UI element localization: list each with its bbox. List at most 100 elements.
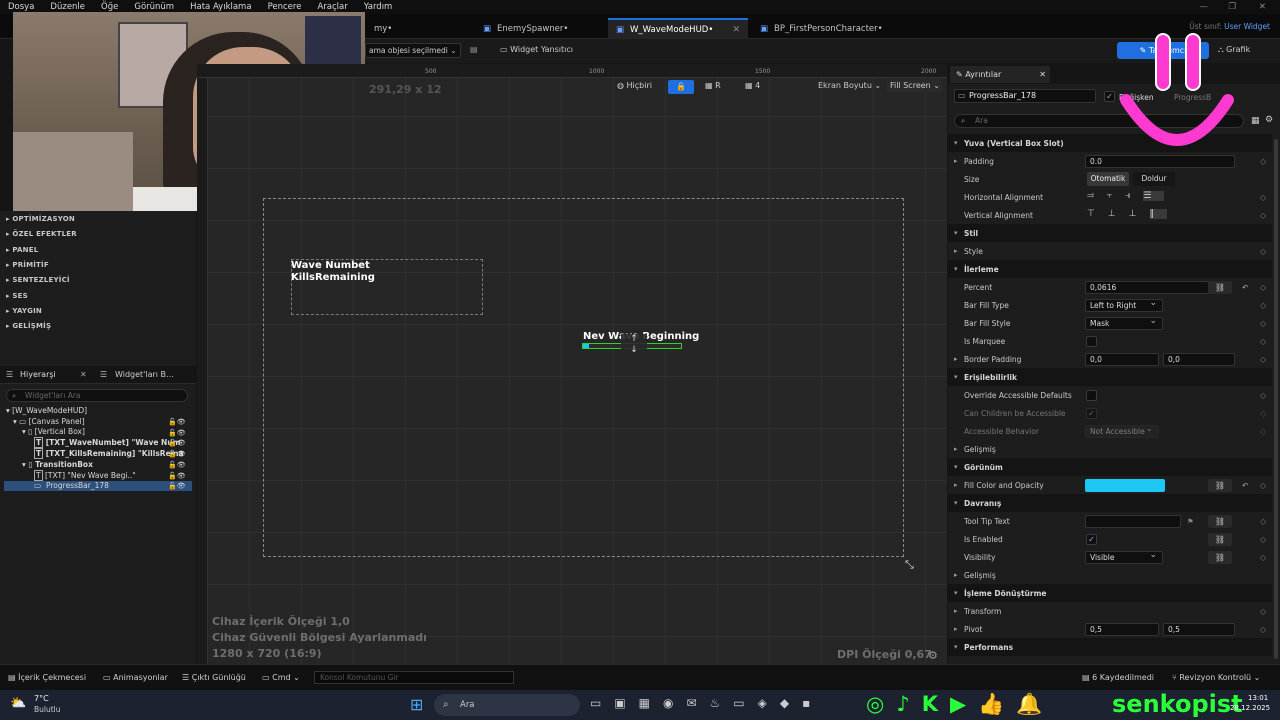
tree-item[interactable]: ▾ ▭ [Canvas Panel] bbox=[13, 417, 85, 426]
tab-bp-firstpersoncharacter[interactable]: ▣ BP_FirstPersonCharacter• bbox=[752, 18, 902, 39]
valign-buttons[interactable]: ⊤⊥⊥‖ bbox=[1087, 209, 1168, 219]
fill-color-swatch[interactable] bbox=[1085, 479, 1165, 492]
hierarchy-search-input[interactable]: ⌕ Widget'ları Ara bbox=[6, 389, 188, 402]
reset-diamond-icon[interactable]: ◇ bbox=[1260, 247, 1266, 256]
menu-item-edit[interactable]: Düzenle bbox=[42, 2, 93, 12]
tab-w-wavemodehud[interactable]: ▣ W_WaveModeHUD• ✕ bbox=[608, 18, 748, 39]
respect-locks-toggle[interactable]: ▦ R bbox=[705, 81, 721, 90]
taskbar-search[interactable]: ⌕ Ara bbox=[434, 694, 580, 716]
menu-item-asset[interactable]: Öğe bbox=[93, 2, 126, 12]
details-scrollbar[interactable] bbox=[1274, 139, 1278, 659]
size-fill-button[interactable]: Doldur bbox=[1133, 172, 1175, 186]
palette-category[interactable]: ▸ OPTİMİZASYON bbox=[6, 215, 75, 223]
border-padding-y-field[interactable]: 0,0 bbox=[1163, 352, 1235, 366]
link-icon[interactable]: ⛓ bbox=[1208, 550, 1232, 564]
menu-item-window[interactable]: Pencere bbox=[260, 2, 310, 12]
revision-control-button[interactable]: ⑂ Revizyon Kontrolü ⌄ bbox=[1172, 673, 1260, 682]
prop-advanced[interactable]: ▸ Gelişmiş bbox=[948, 440, 1272, 458]
tree-item[interactable]: T [TXT] "Nev Wave Begi.." bbox=[34, 470, 136, 481]
debug-object-select[interactable]: ama objesi seçilmedi ⌄ bbox=[365, 43, 461, 58]
tree-item[interactable]: ▾ ▯ TransitionBox bbox=[22, 460, 93, 469]
output-log-button[interactable]: ☰ Çıktı Günlüğü bbox=[182, 673, 246, 682]
wave-number-text[interactable]: Wave Numbet bbox=[291, 260, 370, 272]
section-style[interactable]: ▾ Stil bbox=[948, 224, 1272, 242]
taskbar-apps[interactable]: ▭▣▦◉✉♨▭◈◆▪ bbox=[590, 696, 823, 710]
reset-arrow-icon[interactable]: ↶ bbox=[1242, 283, 1248, 292]
none-toggle[interactable]: ◍ Hiçbiri bbox=[617, 81, 652, 90]
is-marquee-checkbox[interactable] bbox=[1086, 335, 1097, 347]
browse-icon[interactable]: ▤ bbox=[470, 45, 478, 54]
bar-fill-style-dropdown[interactable]: Mask bbox=[1085, 316, 1163, 330]
clock-time[interactable]: 13:01 bbox=[1248, 694, 1268, 702]
reset-diamond-icon[interactable]: ◇ bbox=[1260, 283, 1266, 292]
chevron-right-icon[interactable]: ▸ bbox=[954, 481, 958, 489]
window-minimize-button[interactable]: — bbox=[1192, 2, 1217, 12]
section-behavior[interactable]: ▾ Davranış bbox=[948, 494, 1272, 512]
reset-diamond-icon[interactable]: ◇ bbox=[1260, 301, 1266, 310]
prop-advanced-behavior[interactable]: ▸ Gelişmiş bbox=[948, 566, 1272, 584]
link-icon[interactable]: ⛓ bbox=[1208, 514, 1232, 528]
window-close-button[interactable]: ✕ bbox=[1251, 2, 1274, 12]
grid-snap-toggle[interactable]: ▦ 4 bbox=[745, 81, 760, 90]
menu-item-help[interactable]: Yardım bbox=[356, 2, 401, 12]
tree-item[interactable]: ▾ ▯ [Vertical Box] bbox=[22, 427, 85, 436]
windows-start-icon[interactable]: ⊞ bbox=[410, 695, 423, 714]
chevron-right-icon[interactable]: ▸ bbox=[954, 607, 958, 615]
border-padding-x-field[interactable]: 0,0 bbox=[1085, 352, 1159, 366]
cmd-dropdown[interactable]: ▭ Cmd ⌄ bbox=[262, 673, 300, 682]
reorder-arrows[interactable]: ↑ ↓ bbox=[621, 334, 647, 358]
chevron-right-icon[interactable]: ▸ bbox=[954, 247, 958, 255]
section-performance[interactable]: ▾ Performans bbox=[948, 638, 1272, 656]
window-maximize-button[interactable]: ❐ bbox=[1220, 2, 1244, 12]
chevron-right-icon[interactable]: ▸ bbox=[954, 625, 958, 633]
is-variable-checkbox[interactable]: ✓ bbox=[1104, 91, 1115, 102]
widget-name-field[interactable]: ▭ ProgressBar_178 bbox=[954, 89, 1096, 103]
tab-enemyspawner[interactable]: ▣ EnemySpawner• bbox=[475, 18, 605, 39]
visibility-toggles[interactable]: 🔓👁 🔓👁 🔓👁 🔓👁 🔓👁 🔓👁 🔓👁 bbox=[168, 417, 186, 492]
pivot-y-field[interactable]: 0,5 bbox=[1163, 622, 1235, 636]
unsaved-button[interactable]: ▤ 6 Kaydedilmedi bbox=[1082, 673, 1154, 682]
link-icon[interactable]: ⛓ bbox=[1208, 532, 1232, 546]
section-accessibility[interactable]: ▾ Erişilebilirlik bbox=[948, 368, 1272, 386]
reset-diamond-icon[interactable]: ◇ bbox=[1260, 157, 1266, 166]
size-auto-button[interactable]: Otomatik bbox=[1087, 172, 1129, 186]
tree-item[interactable]: T [TXT_WaveNumbet] "Wave Num bbox=[34, 437, 181, 448]
designer-viewport[interactable]: Wave Numbet KillsRemaining Nev Wave Begi… bbox=[197, 64, 947, 664]
lock-icon[interactable]: 🔒 bbox=[668, 80, 694, 94]
chevron-right-icon[interactable]: ▸ bbox=[954, 355, 958, 363]
reset-diamond-icon[interactable]: ◇ bbox=[1260, 535, 1266, 544]
tab-widget-bindings[interactable]: Widget'ları B... bbox=[115, 370, 174, 379]
console-input[interactable]: Konsol Komutunu Gir bbox=[314, 671, 514, 684]
reset-arrow-icon[interactable]: ↶ bbox=[1242, 481, 1248, 490]
percent-field[interactable]: 0,0616 bbox=[1085, 280, 1209, 294]
weather-temp[interactable]: 7°C bbox=[34, 694, 49, 703]
halign-buttons[interactable]: ⫤⫟⫣☰ bbox=[1087, 191, 1165, 201]
tab-hierarchy[interactable]: Hiyerarşi bbox=[20, 370, 56, 379]
tree-item[interactable]: T [TXT_KillsRemaining] "KillsRema bbox=[34, 448, 184, 459]
link-icon[interactable]: ⛓ bbox=[1208, 280, 1232, 294]
reset-diamond-icon[interactable]: ◇ bbox=[1260, 319, 1266, 328]
palette-category[interactable]: ▸ ÖZEL EFEKTLER bbox=[6, 230, 77, 238]
reset-diamond-icon[interactable]: ◇ bbox=[1260, 517, 1266, 526]
reset-diamond-icon[interactable]: ◇ bbox=[1260, 337, 1266, 346]
tree-item[interactable]: ▾ [W_WaveModeHUD] bbox=[6, 406, 87, 415]
table-view-icon[interactable]: ▦ bbox=[1251, 116, 1260, 126]
reset-diamond-icon[interactable]: ◇ bbox=[1260, 193, 1266, 202]
link-icon[interactable]: ⛓ bbox=[1208, 478, 1232, 492]
kills-remaining-text[interactable]: KillsRemaining bbox=[291, 272, 375, 284]
section-progress[interactable]: ▾ İlerleme bbox=[948, 260, 1272, 278]
section-appearance[interactable]: ▾ Görünüm bbox=[948, 458, 1272, 476]
resize-handle-icon[interactable]: ⤡ bbox=[905, 558, 914, 572]
reset-diamond-icon[interactable]: ◇ bbox=[1260, 553, 1266, 562]
flag-icon[interactable]: ⚑ bbox=[1187, 517, 1194, 526]
palette-category[interactable]: ▸ YAYGIN bbox=[6, 307, 42, 315]
tree-item-selected[interactable]: ▭ ProgressBar_178 bbox=[4, 481, 192, 491]
palette-category[interactable]: ▸ SENTEZLEYİCİ bbox=[6, 276, 70, 284]
animations-button[interactable]: ▭ Animasyonlar bbox=[103, 673, 168, 682]
palette-category[interactable]: ▸ PRİMİTİF bbox=[6, 261, 49, 269]
palette-category[interactable]: ▸ SES bbox=[6, 292, 28, 300]
widget-reflector-button[interactable]: ▭ Widget Yansıtıcı bbox=[500, 45, 573, 54]
fill-screen-dropdown[interactable]: Fill Screen ⌄ bbox=[887, 79, 942, 93]
tooltip-text-field[interactable] bbox=[1085, 514, 1181, 528]
reset-diamond-icon[interactable]: ◇ bbox=[1260, 481, 1266, 490]
